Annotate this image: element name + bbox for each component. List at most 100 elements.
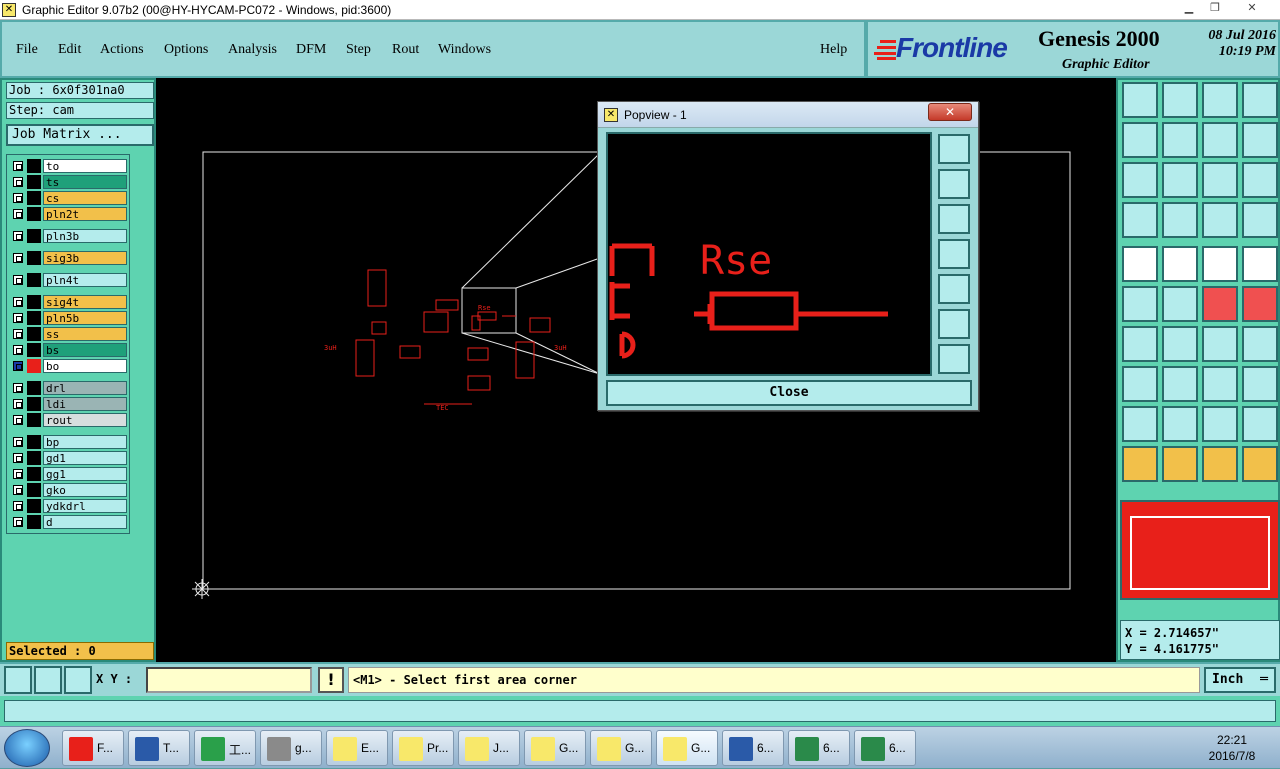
alert-button[interactable]: !	[318, 667, 344, 693]
layer-checkbox[interactable]	[13, 517, 23, 527]
tool-button-icon[interactable]	[1122, 202, 1158, 238]
tool-button-icon[interactable]	[1242, 202, 1278, 238]
tool-button-icon[interactable]	[1202, 406, 1238, 442]
layer-checkbox[interactable]	[13, 313, 23, 323]
menu-edit[interactable]: Edit	[58, 42, 81, 58]
layer-checkbox[interactable]	[13, 297, 23, 307]
tool-button-icon[interactable]	[1162, 122, 1198, 158]
layer-row-bp[interactable]: bp	[9, 435, 127, 449]
tool-button-icon[interactable]	[1202, 122, 1238, 158]
taskbar-app-button[interactable]: J...	[458, 730, 520, 766]
menu-actions[interactable]: Actions	[100, 42, 144, 58]
taskbar-app-button[interactable]: 6...	[788, 730, 850, 766]
layer-checkbox[interactable]	[13, 453, 23, 463]
tool-button-icon[interactable]	[1202, 286, 1238, 322]
tool-button-icon[interactable]	[1202, 82, 1238, 118]
tool-button-icon[interactable]	[1202, 446, 1238, 482]
clock[interactable]: 22:21 2016/7/8	[1196, 732, 1268, 764]
tool-button-icon[interactable]	[1122, 122, 1158, 158]
layer-checkbox[interactable]	[13, 177, 23, 187]
taskbar-app-button[interactable]: E...	[326, 730, 388, 766]
popview-close-icon[interactable]: ✕	[928, 103, 972, 121]
minimize-button[interactable]: ▁	[1176, 1, 1202, 17]
layer-row-gg1[interactable]: gg1	[9, 467, 127, 481]
tool-button-icon[interactable]	[1162, 162, 1198, 198]
layer-row-sig4t[interactable]: sig4t	[9, 295, 127, 309]
popview-close-button[interactable]: Close	[606, 380, 972, 406]
layer-row-bs[interactable]: bs	[9, 343, 127, 357]
tool-button-icon[interactable]	[1162, 286, 1198, 322]
layer-row-bo[interactable]: bo	[9, 359, 127, 373]
layer-row-cs[interactable]: cs	[9, 191, 127, 205]
tool-button-icon[interactable]	[1122, 162, 1158, 198]
layer-row-gd1[interactable]: gd1	[9, 451, 127, 465]
menu-windows[interactable]: Windows	[438, 42, 491, 58]
xy-input[interactable]	[146, 667, 312, 693]
layer-row-pln3b[interactable]: pln3b	[9, 229, 127, 243]
layer-checkbox[interactable]	[13, 415, 23, 425]
layer-checkbox[interactable]	[13, 275, 23, 285]
taskbar-app-button[interactable]: G...	[656, 730, 718, 766]
close-window-button[interactable]: ✕	[1228, 1, 1276, 17]
tool-button-icon[interactable]	[1202, 162, 1238, 198]
layer-row-to[interactable]: to	[9, 159, 127, 173]
tool-button-icon[interactable]	[1122, 406, 1158, 442]
layer-row-ts[interactable]: ts	[9, 175, 127, 189]
tool-button-icon[interactable]	[1202, 202, 1238, 238]
tool-button-icon[interactable]	[1122, 286, 1158, 322]
layer-row-rout[interactable]: rout	[9, 413, 127, 427]
tool-button-icon[interactable]	[1242, 366, 1278, 402]
layer-row-gko[interactable]: gko	[9, 483, 127, 497]
tool-button-icon[interactable]	[1162, 202, 1198, 238]
tool-button-icon[interactable]	[1202, 326, 1238, 362]
tool-button-icon[interactable]	[1242, 122, 1278, 158]
layer-checkbox[interactable]	[13, 485, 23, 495]
layer-row-drl[interactable]: drl	[9, 381, 127, 395]
menu-file[interactable]: File	[16, 42, 38, 58]
taskbar-app-button[interactable]: Pr...	[392, 730, 454, 766]
units-dropdown[interactable]: Inch ═	[1204, 667, 1276, 693]
layer-checkbox[interactable]	[13, 437, 23, 447]
taskbar-app-button[interactable]: T...	[128, 730, 190, 766]
tool-button-icon[interactable]	[1122, 326, 1158, 362]
tool-button-icon[interactable]	[1242, 82, 1278, 118]
taskbar-app-button[interactable]: g...	[260, 730, 322, 766]
popview-tool-icon[interactable]	[938, 344, 970, 374]
grid-icon[interactable]	[64, 666, 92, 694]
menu-help[interactable]: Help	[820, 42, 847, 58]
tool-button-icon[interactable]	[1242, 326, 1278, 362]
popview-tool-icon[interactable]	[938, 239, 970, 269]
popview-tool-icon[interactable]	[938, 309, 970, 339]
tool-button-icon[interactable]	[1162, 366, 1198, 402]
taskbar-app-button[interactable]: F...	[62, 730, 124, 766]
layer-checkbox[interactable]	[13, 193, 23, 203]
job-matrix-button[interactable]: Job Matrix ...	[6, 124, 154, 146]
menu-rout[interactable]: Rout	[392, 42, 419, 58]
tool-button-icon[interactable]	[1242, 162, 1278, 198]
tool-button-icon[interactable]	[1202, 366, 1238, 402]
tool-button-icon[interactable]	[1122, 446, 1158, 482]
tool-button-icon[interactable]	[1122, 366, 1158, 402]
layer-checkbox[interactable]	[13, 253, 23, 263]
layer-checkbox[interactable]	[13, 231, 23, 241]
menu-options[interactable]: Options	[164, 42, 208, 58]
layer-checkbox[interactable]	[13, 399, 23, 409]
measure-icon[interactable]	[34, 666, 62, 694]
tool-button-icon[interactable]	[1122, 82, 1158, 118]
menu-dfm[interactable]: DFM	[296, 42, 326, 58]
tool-button-icon[interactable]	[1242, 286, 1278, 322]
tool-button-icon[interactable]	[1162, 246, 1198, 282]
taskbar-app-button[interactable]: G...	[590, 730, 652, 766]
start-button[interactable]	[4, 729, 50, 767]
layer-checkbox[interactable]	[13, 209, 23, 219]
layer-checkbox[interactable]	[13, 329, 23, 339]
layer-row-sig3b[interactable]: sig3b	[9, 251, 127, 265]
tool-button-icon[interactable]	[1242, 406, 1278, 442]
popview-tool-icon[interactable]	[938, 169, 970, 199]
tool-button-icon[interactable]	[1122, 246, 1158, 282]
menu-analysis[interactable]: Analysis	[228, 42, 277, 58]
tool-button-icon[interactable]	[1242, 246, 1278, 282]
popview-tool-icon[interactable]	[938, 134, 970, 164]
layer-row-pln2t[interactable]: pln2t	[9, 207, 127, 221]
maximize-button[interactable]: ❐	[1202, 1, 1228, 17]
